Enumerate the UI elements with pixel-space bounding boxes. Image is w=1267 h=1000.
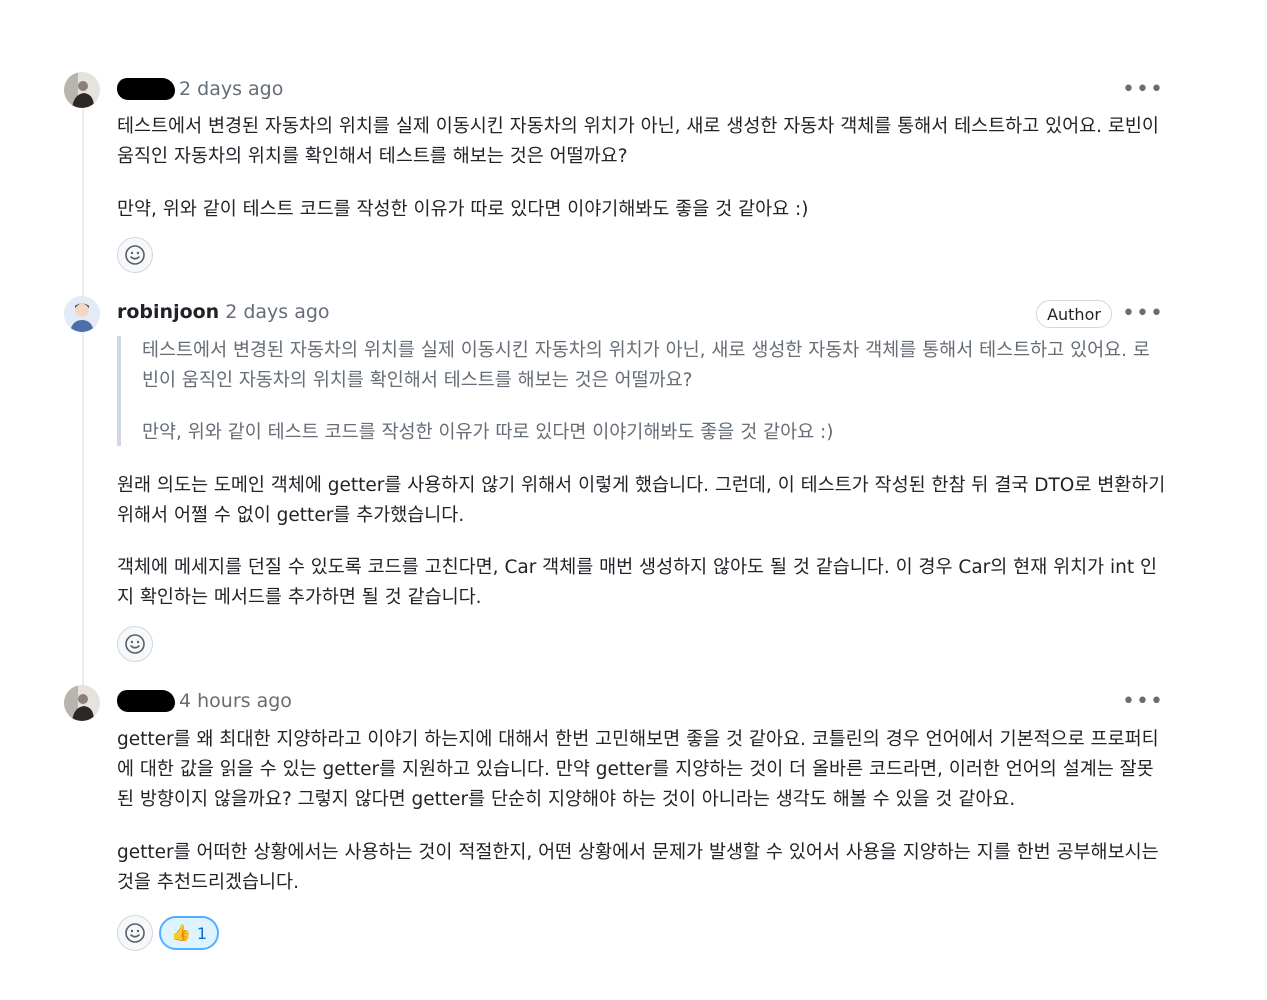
comment-header: robinjoon 2 days ago	[117, 298, 330, 326]
add-reaction-button[interactable]	[117, 915, 153, 951]
reaction-count: 1	[196, 923, 208, 943]
smiley-icon	[125, 634, 145, 654]
thread-connector-line	[82, 100, 84, 690]
redacted-username	[117, 78, 175, 100]
avatar[interactable]	[64, 296, 100, 332]
comment-paragraph: 만약, 위와 같이 테스트 코드를 작성한 이유가 따로 있다면 이야기해봐도 …	[117, 199, 809, 220]
comment-timestamp[interactable]: 2 days ago	[225, 301, 329, 323]
blockquote-bar	[117, 336, 121, 446]
avatar-person-icon	[64, 296, 100, 332]
comment-paragraph: 원래 의도는 도메인 객체에 getter를 사용하지 않기 위해서 이렇게 했…	[117, 475, 1166, 526]
smiley-icon	[125, 923, 145, 943]
quoted-text: 만약, 위와 같이 테스트 코드를 작성한 이유가 따로 있다면 이야기해봐도 …	[142, 422, 834, 443]
comment-timestamp[interactable]: 2 days ago	[179, 78, 283, 100]
thumbs-up-icon: 👍	[170, 923, 191, 942]
more-options-button[interactable]: •••	[1122, 79, 1163, 101]
add-reaction-button[interactable]	[117, 237, 153, 273]
more-options-button[interactable]: •••	[1122, 303, 1163, 325]
add-reaction-button[interactable]	[117, 626, 153, 662]
smiley-icon	[125, 245, 145, 265]
redacted-username	[117, 690, 175, 712]
author-name-link[interactable]: robinjoon	[117, 301, 219, 323]
comment-paragraph: 객체에 메세지를 던질 수 있도록 코드를 고친다면, Car 객체를 매번 생…	[117, 557, 1158, 608]
author-badge: Author	[1036, 300, 1112, 328]
thumbs-up-reaction-button[interactable]: 👍 1	[159, 916, 219, 950]
avatar[interactable]	[64, 72, 100, 108]
avatar-photo-icon	[64, 685, 100, 721]
comment-paragraph: 테스트에서 변경된 자동차의 위치를 실제 이동시킨 자동차의 위치가 아닌, …	[117, 116, 1159, 167]
comment-header: 4 hours ago	[117, 687, 292, 715]
comment-header: 2 days ago	[117, 75, 283, 103]
avatar[interactable]	[64, 685, 100, 721]
more-options-button[interactable]: •••	[1122, 691, 1163, 713]
avatar-photo-icon	[64, 72, 100, 108]
comment-paragraph: getter를 왜 최대한 지양하라고 이야기 하는지에 대해서 한번 고민해보…	[117, 729, 1159, 810]
comment-paragraph: getter를 어떠한 상황에서는 사용하는 것이 적절한지, 어떤 상황에서 …	[117, 842, 1159, 893]
quoted-text: 테스트에서 변경된 자동차의 위치를 실제 이동시킨 자동차의 위치가 아닌, …	[142, 340, 1150, 391]
comment-timestamp[interactable]: 4 hours ago	[179, 690, 292, 712]
